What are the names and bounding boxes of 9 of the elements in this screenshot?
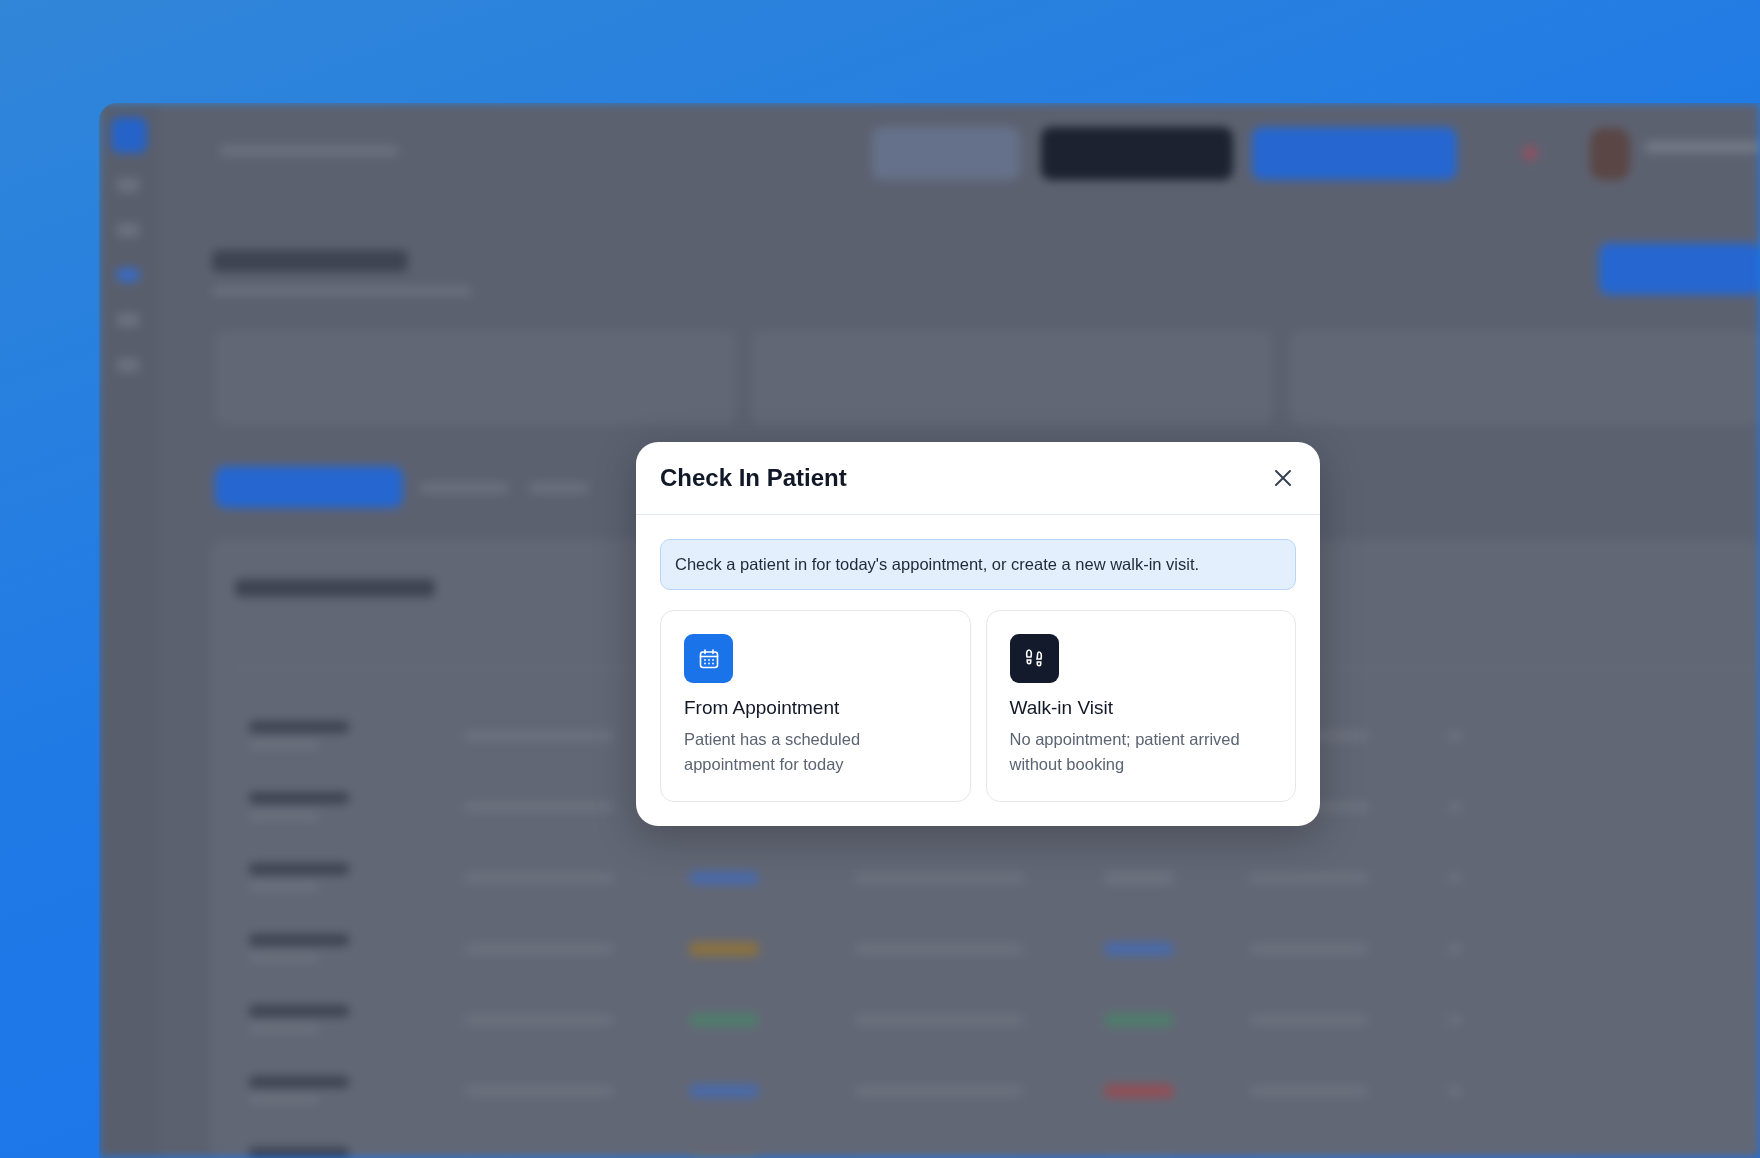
option-description: Patient has a scheduled appointment for today (684, 729, 862, 775)
close-icon (1274, 469, 1292, 487)
option-card[interactable]: Walk-in Visit No appointment; patient arrived without booking (985, 610, 1296, 802)
option-description: No appointment; patient arrived without booking (1009, 729, 1241, 775)
info-text: Check a patient in for today's appointment, or create a new walk-in visit. (675, 555, 1200, 573)
option-title: From Appointment (684, 697, 840, 719)
dialog-title: Check In Patient (660, 464, 847, 492)
option-card[interactable]: From Appointment Patient has a scheduled appointment for today (660, 610, 971, 802)
option-title: Walk-in Visit (1009, 697, 1113, 719)
